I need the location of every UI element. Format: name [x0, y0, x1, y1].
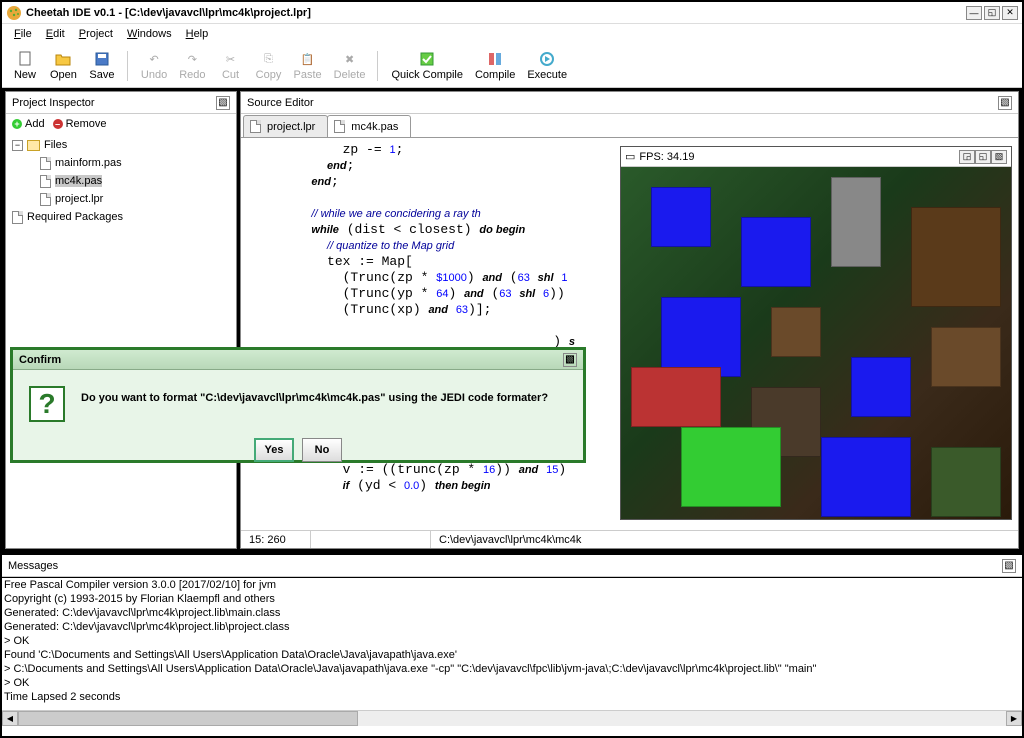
toolbar: New Open Save ↶Undo ↷Redo ✂Cut ⎘Copy 📋Pa… — [2, 44, 1022, 88]
project-inspector-panel: Project Inspector ▧ +Add –Remove −Files … — [5, 91, 237, 549]
copy-button[interactable]: ⎘Copy — [252, 46, 286, 86]
menu-help[interactable]: Help — [180, 26, 215, 42]
window-title: Cheetah IDE v0.1 - [C:\dev\javavcl\lpr\m… — [26, 7, 966, 19]
message-line: Generated: C:\dev\javavcl\lpr\mc4k\proje… — [4, 620, 1020, 634]
compile-button[interactable]: Compile — [471, 46, 519, 86]
file-icon — [40, 193, 51, 206]
menu-project[interactable]: Project — [73, 26, 119, 42]
horizontal-scrollbar[interactable]: ◀ ▶ — [2, 710, 1022, 726]
question-icon: ? — [29, 386, 65, 422]
file-icon — [40, 157, 51, 170]
confirm-dialog: Confirm ▧ ? Do you want to format "C:\de… — [10, 347, 586, 463]
message-line: Time Lapsed 2 seconds — [4, 690, 1020, 704]
open-button[interactable]: Open — [46, 46, 81, 86]
file-icon — [40, 175, 51, 188]
file-icon — [12, 211, 23, 224]
tree-files-node[interactable]: −Files — [8, 136, 234, 154]
add-button[interactable]: +Add — [12, 118, 45, 130]
file-icon — [250, 120, 261, 133]
editor-tabs: project.lpr mc4k.pas — [241, 114, 1018, 138]
tree-file-item[interactable]: mc4k.pas — [8, 172, 234, 190]
app-window-icon: ▭ — [625, 150, 635, 163]
minus-icon: – — [53, 119, 63, 129]
dialog-message: Do you want to format "C:\dev\javavcl\lp… — [81, 386, 567, 404]
minimize-button[interactable]: — — [966, 6, 982, 20]
messages-title: Messages — [8, 560, 1002, 572]
message-line: > OK — [4, 634, 1020, 648]
close-button[interactable]: ✕ — [1002, 6, 1018, 20]
tab-mc4k[interactable]: mc4k.pas — [327, 115, 411, 137]
scrollbar-thumb[interactable] — [18, 711, 358, 726]
maximize-button[interactable]: ◱ — [984, 6, 1000, 20]
undo-button[interactable]: ↶Undo — [137, 46, 171, 86]
no-button[interactable]: No — [302, 438, 342, 462]
new-button[interactable]: New — [8, 46, 42, 86]
scroll-left-icon[interactable]: ◀ — [2, 711, 18, 726]
cut-button[interactable]: ✂Cut — [214, 46, 248, 86]
fps-maximize-button[interactable]: ◱ — [975, 150, 991, 164]
dialog-title: Confirm — [19, 354, 563, 366]
message-line: > OK — [4, 676, 1020, 690]
fps-window[interactable]: ▭ FPS: 34.19 ◲ ◱ ▧ — [620, 146, 1012, 520]
fps-close-button[interactable]: ▧ — [991, 150, 1007, 164]
app-icon — [6, 5, 22, 21]
inspector-title: Project Inspector — [12, 97, 216, 109]
remove-button[interactable]: –Remove — [53, 118, 107, 130]
tab-project[interactable]: project.lpr — [243, 115, 328, 137]
menu-windows[interactable]: Windows — [121, 26, 178, 42]
messages-output[interactable]: Free Pascal Compiler version 3.0.0 [2017… — [2, 577, 1022, 710]
message-line: Generated: C:\dev\javavcl\lpr\mc4k\proje… — [4, 606, 1020, 620]
file-path: C:\dev\javavcl\lpr\mc4k\mc4k — [431, 531, 1018, 548]
collapse-icon[interactable]: − — [12, 140, 23, 151]
cursor-position: 15: 260 — [241, 531, 311, 548]
file-icon — [334, 120, 345, 133]
fps-title: FPS: 34.19 — [639, 151, 959, 163]
menubar: File Edit Project Windows Help — [2, 24, 1022, 44]
message-line: > C:\Documents and Settings\All Users\Ap… — [4, 662, 1020, 676]
save-button[interactable]: Save — [85, 46, 119, 86]
menu-edit[interactable]: Edit — [40, 26, 71, 42]
execute-button[interactable]: Execute — [523, 46, 571, 86]
inspector-close-icon[interactable]: ▧ — [216, 96, 230, 110]
quickcompile-button[interactable]: Quick Compile — [387, 46, 467, 86]
dialog-close-icon[interactable]: ▧ — [563, 353, 577, 367]
editor-close-icon[interactable]: ▧ — [998, 96, 1012, 110]
yes-button[interactable]: Yes — [254, 438, 294, 462]
editor-statusbar: 15: 260 C:\dev\javavcl\lpr\mc4k\mc4k — [241, 530, 1018, 548]
plus-icon: + — [12, 119, 22, 129]
scroll-right-icon[interactable]: ▶ — [1006, 711, 1022, 726]
messages-close-icon[interactable]: ▧ — [1002, 559, 1016, 573]
paste-button[interactable]: 📋Paste — [290, 46, 326, 86]
game-viewport[interactable] — [621, 167, 1011, 519]
tree-required-node[interactable]: Required Packages — [8, 208, 234, 226]
fps-minimize-button[interactable]: ◲ — [959, 150, 975, 164]
tree-file-item[interactable]: mainform.pas — [8, 154, 234, 172]
delete-button[interactable]: ✖Delete — [330, 46, 370, 86]
folder-icon — [27, 140, 40, 151]
project-tree: −Files mainform.pas mc4k.pas project.lpr… — [6, 134, 236, 548]
message-line: Copyright (c) 1993-2015 by Florian Klaem… — [4, 592, 1020, 606]
status-spacer — [311, 531, 431, 548]
tree-file-item[interactable]: project.lpr — [8, 190, 234, 208]
message-line: Free Pascal Compiler version 3.0.0 [2017… — [4, 578, 1020, 592]
editor-title: Source Editor — [247, 97, 998, 109]
message-line: Found 'C:\Documents and Settings\All Use… — [4, 648, 1020, 662]
menu-file[interactable]: File — [8, 26, 38, 42]
window-titlebar: Cheetah IDE v0.1 - [C:\dev\javavcl\lpr\m… — [2, 2, 1022, 24]
messages-panel: Messages ▧ Free Pascal Compiler version … — [2, 552, 1022, 726]
redo-button[interactable]: ↷Redo — [175, 46, 209, 86]
